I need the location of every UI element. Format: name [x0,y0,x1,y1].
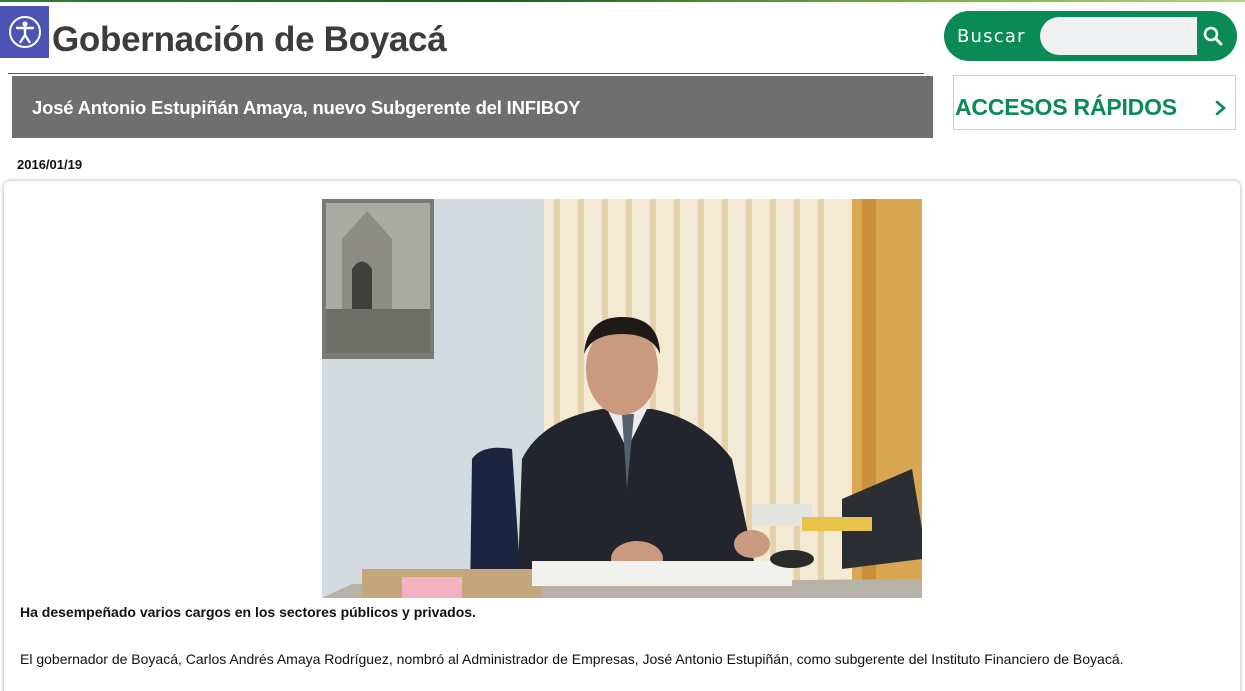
article-lead: Ha desempeñado varios cargos en los sect… [20,604,476,620]
quick-access-label: ACCESOS RÁPIDOS [955,94,1177,120]
search-input[interactable] [1040,17,1197,55]
article-headline-bar: José Antonio Estupiñán Amaya, nuevo Subg… [12,76,933,138]
search-label: Buscar [957,26,1026,47]
article-card: Ha desempeñado varios cargos en los sect… [4,181,1240,691]
quick-access-toggle[interactable]: ACCESOS RÁPIDOS [953,75,1236,130]
article-headline: José Antonio Estupiñán Amaya, nuevo Subg… [32,97,581,118]
search-icon [1203,26,1223,46]
search-button[interactable] [1197,17,1229,55]
article-body: El gobernador de Boyacá, Carlos Andrés A… [20,651,1124,667]
accessibility-icon [8,16,41,48]
top-color-strip [0,0,1245,2]
accessibility-button[interactable] [0,6,49,58]
chevron-right-icon [1215,100,1226,116]
search-bar: Buscar [944,11,1237,61]
site-title[interactable]: Gobernación de Boyacá [52,20,447,60]
article-date: 2016/01/19 [17,157,83,172]
article-photo [322,199,922,598]
title-divider [8,73,924,74]
